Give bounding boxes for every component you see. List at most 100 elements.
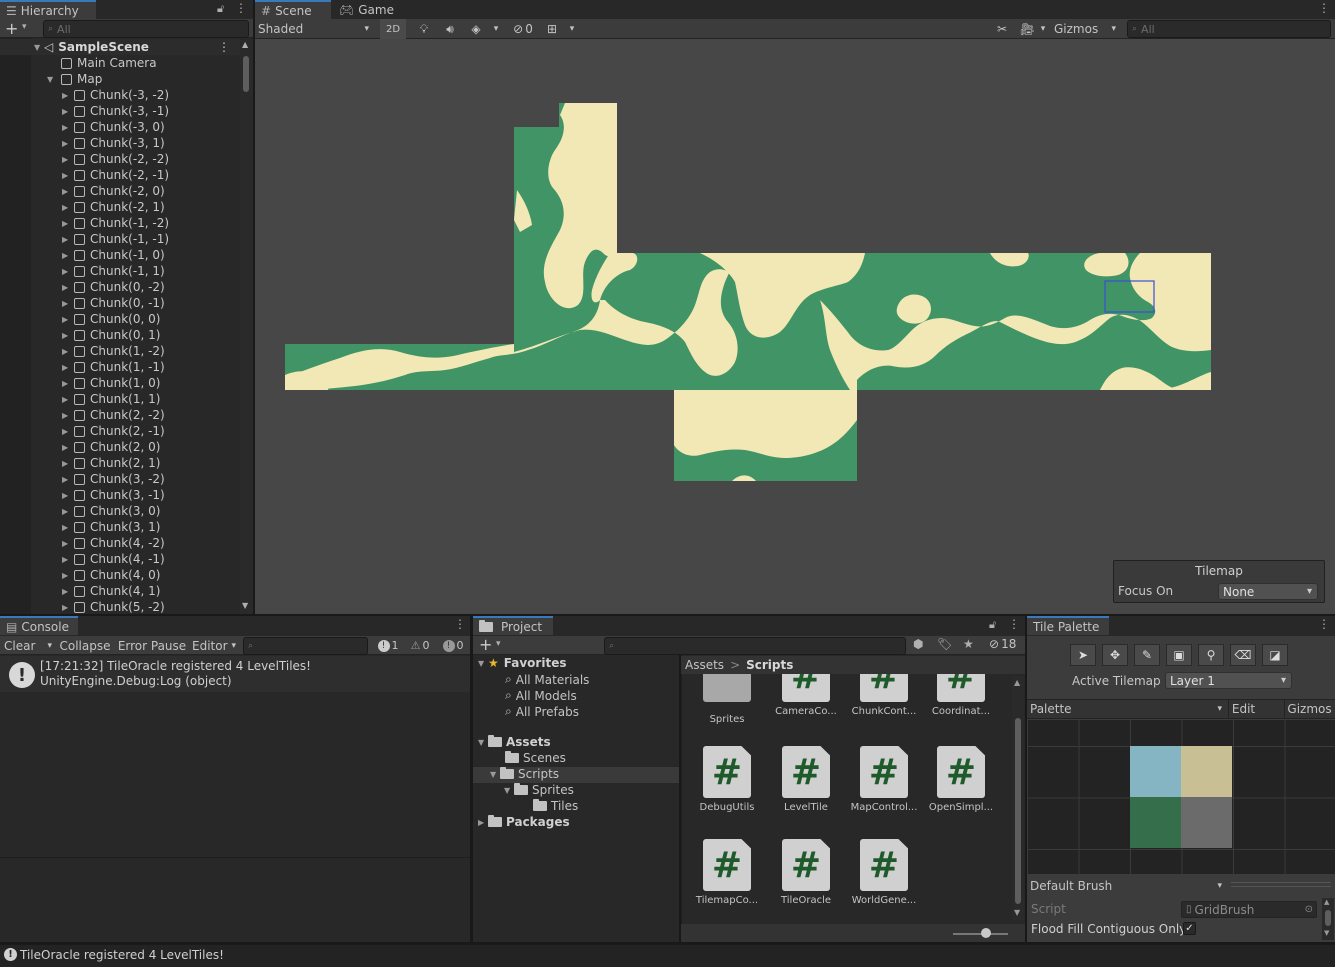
scroll-down-icon[interactable]: ▼ (242, 601, 248, 610)
editor-dropdown[interactable]: Editor ▾ (190, 636, 238, 655)
expand-icon[interactable]: ▶ (62, 139, 72, 148)
favorite-item[interactable]: ⌕ All Materials (505, 672, 589, 687)
lock-icon[interactable]: 🔓︎ (217, 2, 224, 16)
project-search-input[interactable]: ⌕ (604, 637, 906, 655)
tab-hierarchy[interactable]: ☰ Hierarchy (0, 0, 96, 19)
sprites-folder-row[interactable]: ▼ Sprites (504, 783, 574, 797)
expand-icon[interactable]: ▶ (62, 475, 72, 484)
hierarchy-scroll-thumb[interactable] (243, 56, 249, 92)
hierarchy-item-chunk[interactable]: ▶ Chunk(0, -1) (0, 295, 240, 311)
breadcrumb-scripts[interactable]: Scripts (746, 658, 793, 672)
expand-icon[interactable]: ▼ (504, 786, 514, 795)
chevron-down-icon[interactable]: ▾ (490, 19, 502, 39)
scroll-up-icon[interactable]: ▲ (1014, 678, 1020, 687)
expand-icon[interactable]: ▶ (62, 491, 72, 500)
expand-icon[interactable]: ▼ (490, 770, 500, 779)
kebab-menu-icon[interactable]: ⋮ (1318, 1, 1330, 15)
expand-icon[interactable]: ▶ (62, 363, 72, 372)
grid-snap-icon[interactable]: ⊞ (543, 19, 561, 39)
expand-icon[interactable]: ▶ (62, 283, 72, 292)
chevron-down-icon[interactable]: ▾ (1038, 19, 1048, 39)
effects-icon[interactable]: ◈ (466, 19, 486, 39)
hierarchy-item-chunk[interactable]: ▶ Chunk(2, -1) (0, 423, 240, 439)
eraser-tool-button[interactable]: ⌫ (1230, 644, 1256, 666)
expand-icon[interactable]: ▶ (62, 555, 72, 564)
kebab-menu-icon[interactable]: ⋮ (1008, 617, 1020, 631)
tab-scene[interactable]: # Scene (255, 0, 331, 19)
brush-splitter[interactable] (1231, 882, 1331, 887)
expand-icon[interactable]: ▶ (62, 507, 72, 516)
scripts-folder-row[interactable]: ▼ Scripts (490, 767, 559, 781)
palette-dropdown[interactable]: Palette ▾ (1030, 700, 1226, 718)
hierarchy-item-chunk[interactable]: ▶ Chunk(-3, -1) (0, 103, 240, 119)
asset-item[interactable]: # ChunkCont... (847, 674, 921, 717)
hierarchy-search-input[interactable]: ⌕ All (43, 20, 249, 38)
brush-dropdown[interactable]: Default Brush ▾ (1030, 877, 1226, 895)
expand-icon[interactable]: ▶ (62, 91, 72, 100)
hierarchy-item-chunk[interactable]: ▶ Chunk(-2, 0) (0, 183, 240, 199)
breadcrumb-assets[interactable]: Assets (685, 658, 724, 672)
palette-edit-button[interactable]: Edit (1228, 700, 1258, 718)
expand-icon[interactable]: ▶ (62, 459, 72, 468)
expand-icon[interactable]: ▶ (62, 267, 72, 276)
lock-icon[interactable]: 🔓︎ (989, 618, 996, 632)
log-count-toggle[interactable]: ! 1 (374, 636, 402, 655)
hierarchy-item-chunk[interactable]: ▶ Chunk(1, -2) (0, 343, 240, 359)
hierarchy-item-chunk[interactable]: ▶ Chunk(-2, -2) (0, 151, 240, 167)
asset-item[interactable]: Sprites (690, 674, 764, 725)
expand-icon[interactable]: ▶ (62, 203, 72, 212)
picker-tool-button[interactable]: ⚲ (1198, 644, 1224, 666)
scroll-up-icon[interactable]: ▲ (242, 40, 248, 49)
warning-count-toggle[interactable]: ⚠ 0 (406, 636, 434, 655)
asset-item[interactable]: # OpenSimpl... (924, 746, 998, 813)
project-hidden-toggle[interactable]: ⊘ 18 (989, 637, 1016, 651)
hierarchy-item-chunk[interactable]: ▶ Chunk(2, 1) (0, 455, 240, 471)
fill-tool-button[interactable]: ◪ (1262, 644, 1288, 666)
status-message[interactable]: TileOracle registered 4 LevelTiles! (20, 948, 224, 962)
add-icon[interactable]: + (5, 19, 18, 38)
expand-icon[interactable]: ▼ (478, 738, 488, 747)
hierarchy-item-chunk[interactable]: ▶ Chunk(1, 0) (0, 375, 240, 391)
hierarchy-item-chunk[interactable]: ▶ Chunk(3, -1) (0, 487, 240, 503)
filter-by-label-icon[interactable]: 🏷︎ (937, 637, 952, 651)
hierarchy-item-chunk[interactable]: ▶ Chunk(5, -2) (0, 599, 240, 615)
focus-on-dropdown[interactable]: None (1218, 583, 1318, 600)
expand-icon[interactable]: ▶ (62, 443, 72, 452)
filter-by-type-icon[interactable]: ⬢ (913, 637, 923, 651)
inspector-scrollbar[interactable]: ▲ ▼ (1322, 898, 1334, 940)
star-icon[interactable]: ★ (963, 637, 974, 651)
expand-icon[interactable]: ▶ (62, 107, 72, 116)
hierarchy-item-chunk[interactable]: ▶ Chunk(-1, 1) (0, 263, 240, 279)
hierarchy-scrollbar[interactable] (240, 40, 253, 614)
hierarchy-item-chunk[interactable]: ▶ Chunk(4, -2) (0, 535, 240, 551)
hierarchy-item-chunk[interactable]: ▶ Chunk(-2, -1) (0, 167, 240, 183)
expand-icon[interactable]: ▶ (62, 411, 72, 420)
tile-sand[interactable] (1181, 746, 1232, 797)
tiles-folder-row[interactable]: Tiles (533, 799, 578, 813)
expand-icon[interactable]: ▼ (478, 659, 488, 668)
scroll-down-icon[interactable]: ▼ (1014, 908, 1020, 917)
expand-icon[interactable]: ▶ (62, 219, 72, 228)
scene-row[interactable]: ▼ ◁ SampleScene ⋮ (0, 39, 240, 55)
expand-icon[interactable]: ▶ (62, 347, 72, 356)
palette-grid[interactable] (1027, 720, 1335, 874)
asset-item[interactable]: # DebugUtils (690, 746, 764, 813)
hierarchy-item-chunk[interactable]: ▶ Chunk(4, 1) (0, 583, 240, 599)
add-icon[interactable]: + (479, 635, 492, 654)
favorite-item[interactable]: ⌕ All Models (505, 688, 577, 703)
tab-console[interactable]: ▤ Console (0, 616, 78, 635)
console-search-input[interactable]: ⌕ (243, 637, 368, 655)
expand-icon[interactable]: ▶ (62, 299, 72, 308)
expand-icon[interactable]: ▶ (62, 523, 72, 532)
expand-icon[interactable]: ▶ (62, 315, 72, 324)
error-pause-button[interactable]: Error Pause (116, 636, 188, 655)
hierarchy-item-chunk[interactable]: ▶ Chunk(-3, 1) (0, 135, 240, 151)
chevron-down-icon[interactable]: ▾ (22, 22, 27, 32)
asset-item[interactable]: # TilemapCo... (690, 839, 764, 906)
box-fill-tool-button[interactable]: ▣ (1166, 644, 1192, 666)
tilemap-overlay[interactable]: Tilemap Focus On None (1113, 560, 1325, 603)
expand-icon[interactable]: ▼ (47, 75, 57, 84)
expand-icon[interactable]: ▶ (62, 155, 72, 164)
hierarchy-item-chunk[interactable]: ▶ Chunk(0, 0) (0, 311, 240, 327)
gizmos-dropdown[interactable]: Gizmos ▾ (1050, 19, 1120, 39)
